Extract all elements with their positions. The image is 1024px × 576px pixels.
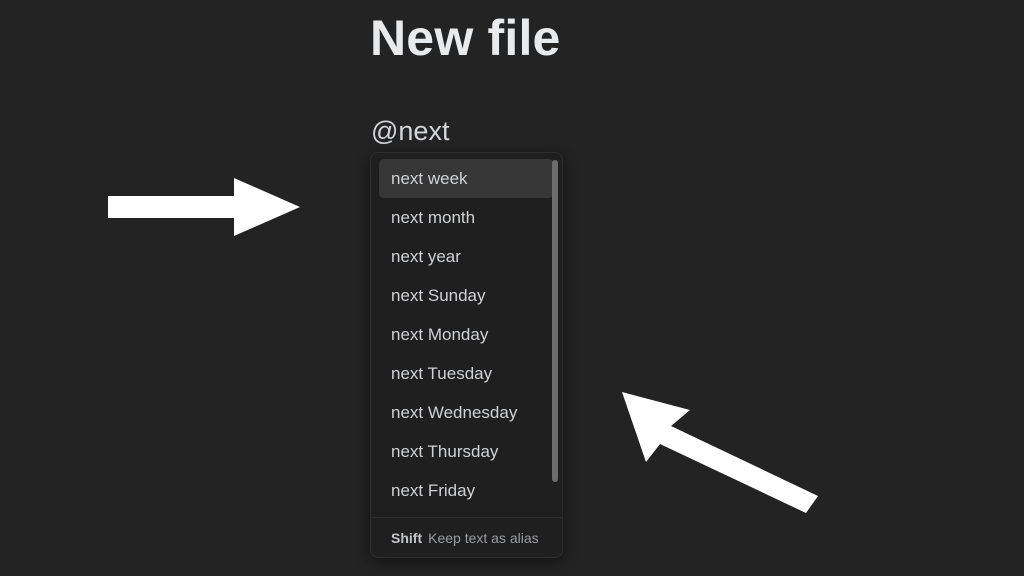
suggestion-item-next-monday[interactable]: next Monday bbox=[379, 315, 554, 354]
shortcut-key-label: Shift bbox=[391, 529, 423, 546]
suggestion-item-label: next Monday bbox=[391, 324, 489, 344]
suggestion-item-label: next Sunday bbox=[391, 285, 486, 305]
suggestion-item-label: next Thursday bbox=[391, 441, 499, 461]
suggestion-item-label: next Tuesday bbox=[391, 363, 493, 383]
suggestion-item-next-year[interactable]: next year bbox=[379, 237, 554, 276]
page-title: New file bbox=[370, 10, 561, 66]
suggestion-item-next-week[interactable]: next week bbox=[379, 159, 554, 198]
popup-scrollbar[interactable] bbox=[552, 159, 558, 549]
popup-footer-hint: Shift Keep text as alias bbox=[371, 517, 562, 557]
suggestion-item-next-thursday[interactable]: next Thursday bbox=[379, 432, 554, 471]
suggestion-item-label: next Friday bbox=[391, 480, 476, 500]
screen-root: New file @next next week next month next… bbox=[0, 0, 1024, 576]
suggestion-item-next-tuesday[interactable]: next Tuesday bbox=[379, 354, 554, 393]
suggestion-item-next-sunday[interactable]: next Sunday bbox=[379, 276, 554, 315]
editor-text-line[interactable]: @next bbox=[371, 114, 449, 149]
suggestion-item-label: next Wednesday bbox=[391, 402, 518, 422]
shortcut-description-label: Keep text as alias bbox=[428, 529, 539, 546]
arrow-pointing-up-left-icon bbox=[622, 392, 818, 513]
suggestion-item-label: next year bbox=[391, 246, 461, 266]
suggestion-item-next-month[interactable]: next month bbox=[379, 198, 554, 237]
suggestion-item-next-friday[interactable]: next Friday bbox=[379, 471, 554, 510]
suggestion-list[interactable]: next week next month next year next Sund… bbox=[371, 159, 562, 517]
suggestion-item-next-wednesday[interactable]: next Wednesday bbox=[379, 393, 554, 432]
suggestion-popup[interactable]: next week next month next year next Sund… bbox=[370, 152, 563, 558]
suggestion-item-label: next month bbox=[391, 207, 476, 227]
suggestion-item-label: next week bbox=[391, 168, 468, 188]
popup-scrollbar-thumb[interactable] bbox=[552, 160, 558, 482]
arrow-pointing-right-icon bbox=[108, 178, 300, 236]
